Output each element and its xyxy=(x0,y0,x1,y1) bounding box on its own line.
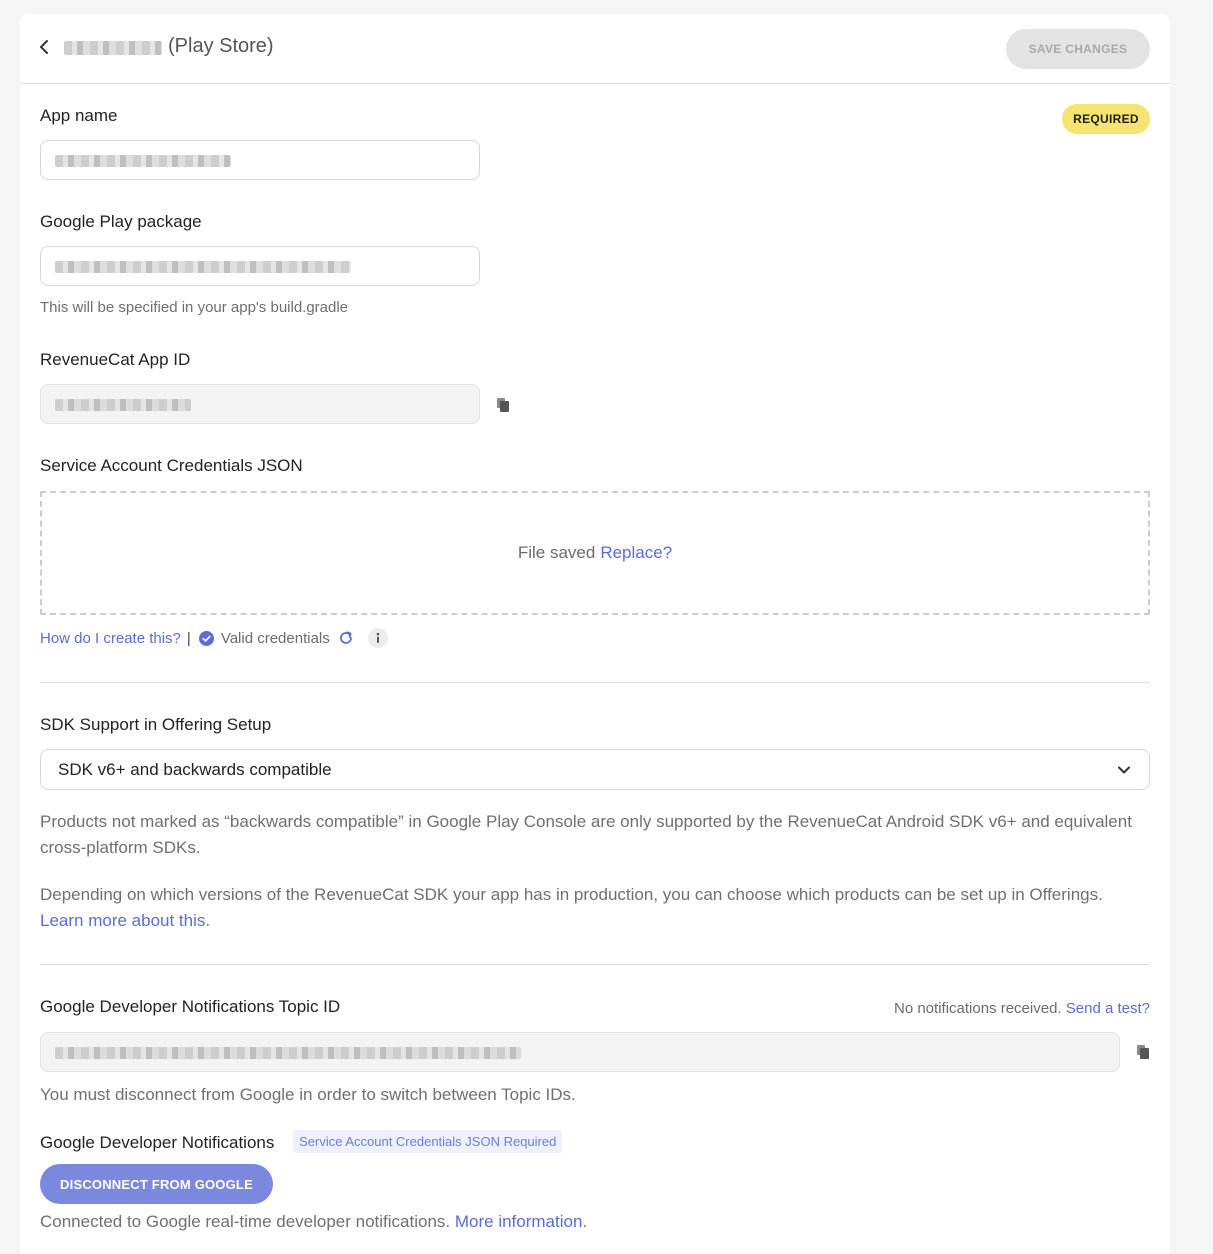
valid-credentials-text: Valid credentials xyxy=(220,629,330,647)
credentials-label: Service Account Credentials JSON xyxy=(40,456,303,475)
package-help: This will be specified in your app's bui… xyxy=(40,299,349,316)
copy-icon[interactable] xyxy=(496,397,510,413)
app-id-label: RevenueCat App ID xyxy=(40,350,191,369)
sdk-support-selected: SDK v6+ and backwards compatible xyxy=(58,759,332,779)
notifications-status: No notifications received. Send a test? xyxy=(894,1000,1150,1017)
versions-note-text: Depending on which versions of the Reven… xyxy=(40,885,1103,904)
topic-id-help: You must disconnect from Google in order… xyxy=(40,1085,576,1104)
copy-icon[interactable] xyxy=(1136,1044,1150,1060)
credentials-dropzone[interactable]: File saved Replace? xyxy=(40,491,1150,615)
sdk-support-description: Products not marked as “backwards compat… xyxy=(40,812,1132,857)
section-divider xyxy=(40,682,1150,683)
page-header: (Play Store) SAVE CHANGES xyxy=(20,14,1170,84)
save-changes-button[interactable]: SAVE CHANGES xyxy=(1006,29,1150,69)
topic-id-input xyxy=(40,1032,1120,1072)
chevron-down-icon xyxy=(1118,766,1130,773)
period: . xyxy=(582,1212,588,1231)
notifications-status-text: No notifications received. xyxy=(894,1000,1062,1017)
learn-more-link[interactable]: Learn more about this xyxy=(40,911,205,930)
sdk-support-versions-note: Depending on which versions of the Reven… xyxy=(40,882,1140,934)
more-information-link[interactable]: More information xyxy=(455,1212,583,1231)
notifications-label-text: Google Developer Notifications xyxy=(40,1133,275,1152)
period: . xyxy=(205,911,211,930)
sdk-support-label: SDK Support in Offering Setup xyxy=(40,715,272,734)
send-test-link[interactable]: Send a test? xyxy=(1066,1000,1150,1017)
separator: | xyxy=(186,629,191,647)
app-id-input xyxy=(40,384,480,424)
replace-link[interactable]: Replace? xyxy=(600,543,672,563)
credentials-required-pill: Service Account Credentials JSON Require… xyxy=(293,1130,563,1153)
disconnect-google-button[interactable]: DISCONNECT FROM GOOGLE xyxy=(40,1164,273,1204)
section-divider xyxy=(40,964,1150,965)
notifications-label: Google Developer Notifications Service A… xyxy=(40,1130,563,1153)
chevron-left-icon[interactable] xyxy=(36,36,52,58)
app-name-input[interactable] xyxy=(40,140,480,180)
file-status: File saved xyxy=(517,543,596,562)
app-name-label: App name xyxy=(40,106,118,125)
info-icon[interactable] xyxy=(367,628,388,648)
sdk-support-select[interactable]: SDK v6+ and backwards compatible xyxy=(40,749,1150,790)
connected-status: Connected to Google real-time developer … xyxy=(40,1209,1140,1235)
redacted-value xyxy=(55,261,351,273)
app-settings-card: (Play Store) SAVE CHANGES App name REQUI… xyxy=(20,14,1170,1254)
how-create-link[interactable]: How do I create this? xyxy=(40,630,181,647)
required-badge: REQUIRED xyxy=(1062,104,1150,134)
page-title: (Play Store) xyxy=(168,35,274,57)
redacted-value xyxy=(55,1047,521,1059)
redacted-app-name xyxy=(64,41,162,55)
refresh-icon[interactable] xyxy=(338,630,354,646)
credentials-status-row: How do I create this? | Valid credential… xyxy=(40,628,388,648)
topic-id-label: Google Developer Notifications Topic ID xyxy=(40,997,341,1016)
redacted-value xyxy=(55,155,231,167)
check-circle-icon xyxy=(198,630,214,646)
redacted-value xyxy=(55,399,191,411)
package-input[interactable] xyxy=(40,246,480,286)
package-label: Google Play package xyxy=(40,212,202,231)
connected-text: Connected to Google real-time developer … xyxy=(40,1212,451,1231)
